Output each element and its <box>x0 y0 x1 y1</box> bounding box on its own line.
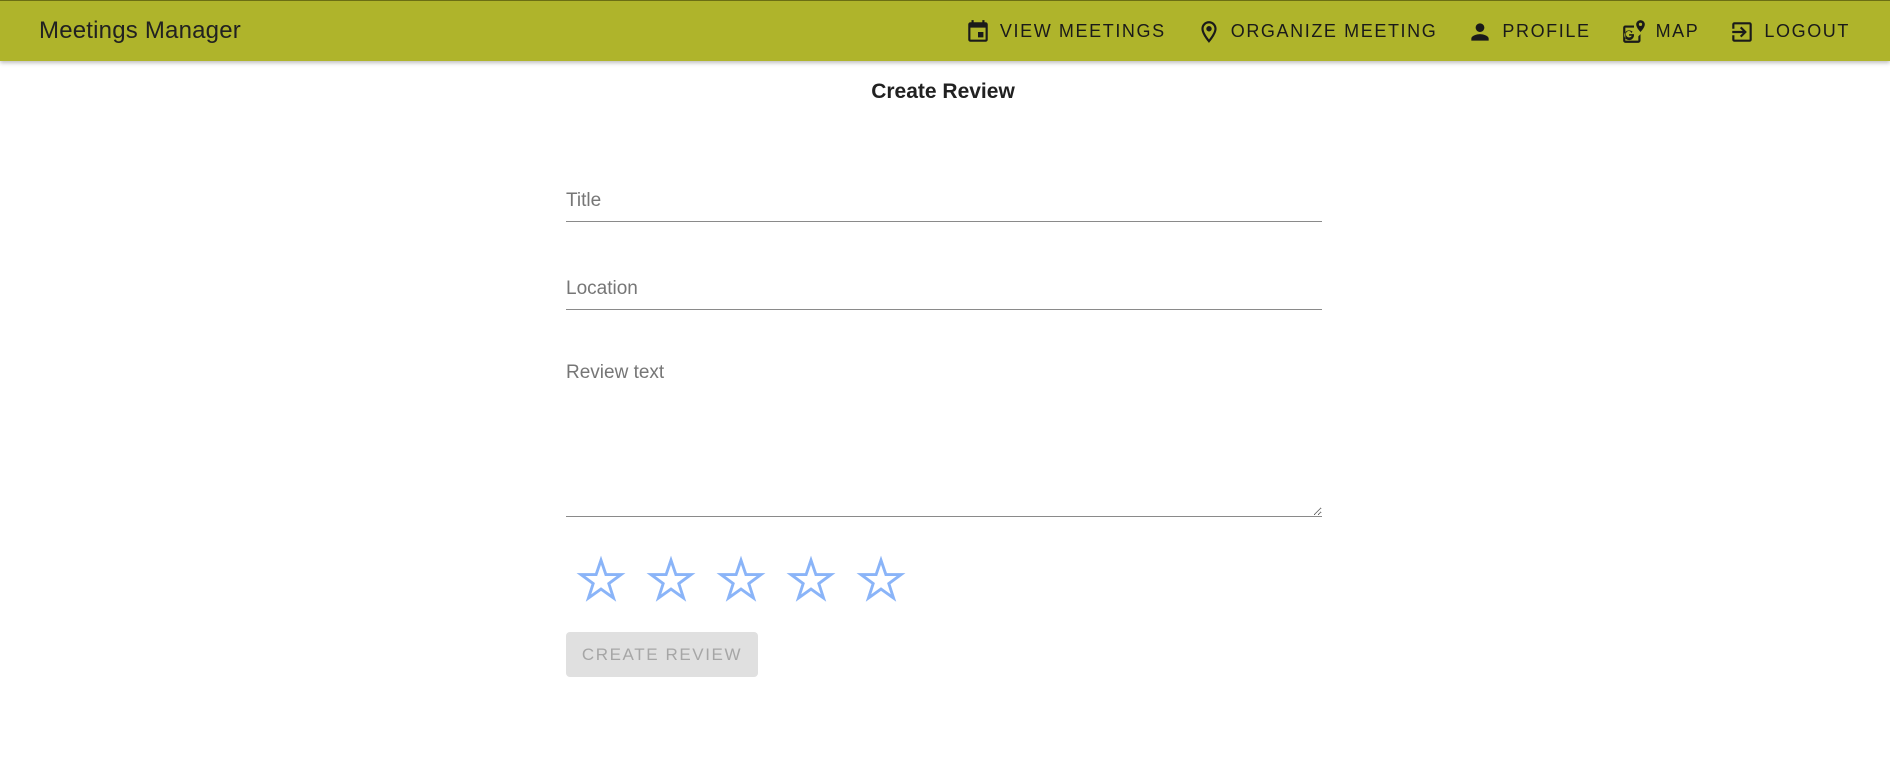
location-pin-icon <box>1201 20 1217 43</box>
star-4-icon[interactable] <box>786 555 836 605</box>
profile-label: PROFILE <box>1502 21 1591 41</box>
map-label: MAP <box>1655 21 1700 41</box>
location-input[interactable] <box>566 274 1322 304</box>
profile-button[interactable]: PROFILE <box>1455 11 1602 53</box>
person-icon <box>1471 22 1490 41</box>
create-review-form: CREATE REVIEW <box>566 170 1322 677</box>
logout-button[interactable]: LOGOUT <box>1717 11 1862 53</box>
app-title: Meetings Manager <box>39 17 241 44</box>
view-meetings-label: VIEW MEETINGS <box>999 21 1166 41</box>
page-title: Create Review <box>871 80 1015 103</box>
location-field <box>566 258 1322 310</box>
star-2-icon[interactable] <box>646 555 696 605</box>
title-input[interactable] <box>566 186 1322 216</box>
nav-menu: VIEW MEETINGS ORGANIZE MEETING PROFILE M… <box>947 1 1862 62</box>
review-text-input[interactable] <box>566 346 1322 517</box>
title-field <box>566 170 1322 222</box>
map-button[interactable]: MAP <box>1609 11 1712 53</box>
star-3-icon[interactable] <box>716 555 766 605</box>
view-meetings-button[interactable]: VIEW MEETINGS <box>953 11 1178 53</box>
organize-meeting-label: ORGANIZE MEETING <box>1230 21 1438 41</box>
star-5-icon[interactable] <box>856 555 906 605</box>
review-text-field <box>566 346 1322 517</box>
star-1-icon[interactable] <box>576 555 626 605</box>
organize-meeting-button[interactable]: ORGANIZE MEETING <box>1184 11 1450 53</box>
create-review-button[interactable]: CREATE REVIEW <box>566 632 758 677</box>
app-bar: Meetings Manager VIEW MEETINGS ORGANIZE … <box>0 0 1890 61</box>
star-rating <box>576 555 1322 605</box>
map-icon <box>1622 19 1645 43</box>
logout-icon <box>1732 21 1753 42</box>
calendar-icon <box>968 19 988 42</box>
logout-label: LOGOUT <box>1764 21 1850 41</box>
